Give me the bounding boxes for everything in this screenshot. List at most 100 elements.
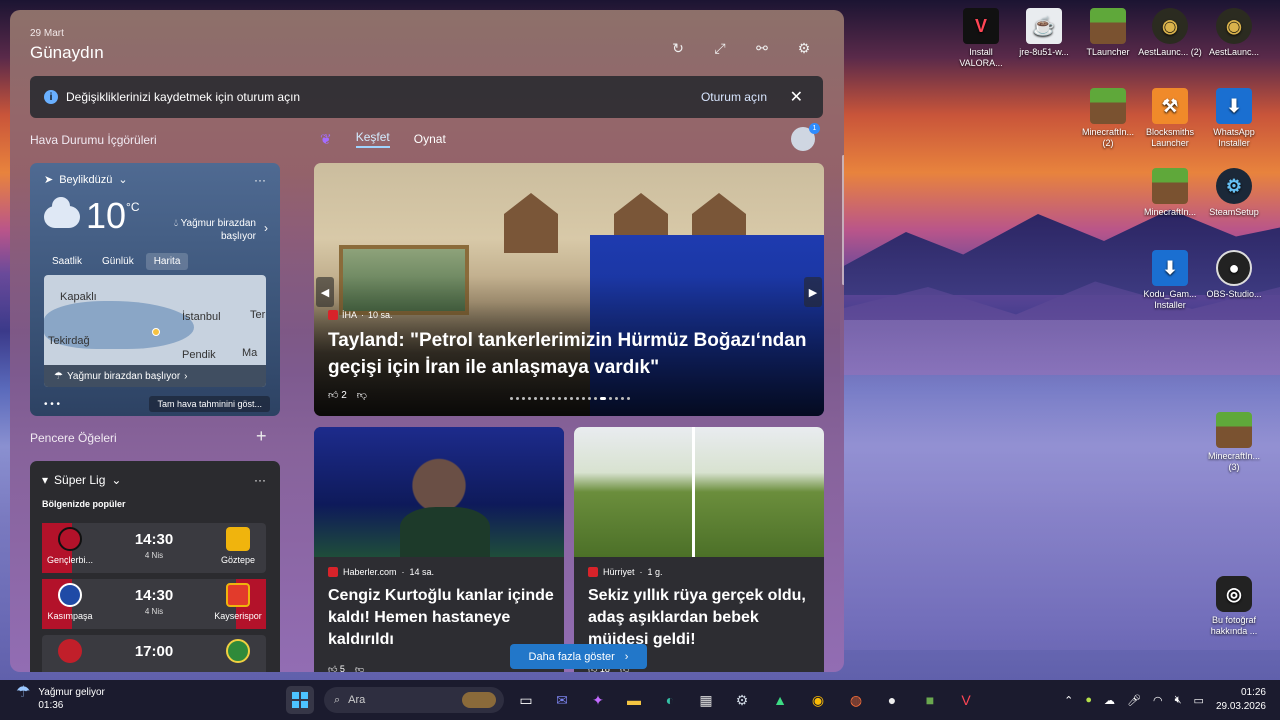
map-label: Pendik xyxy=(182,349,216,361)
chevron-right-icon[interactable]: › xyxy=(264,221,268,235)
steam-icon: ⚙ xyxy=(1216,168,1252,204)
league-card[interactable]: ▾ Süper Lig ⌄ ··· Bölgenizde popüler Gen… xyxy=(30,461,280,672)
weather-card[interactable]: ➤ Beylikdüzü ⌄ ··· 10 °C 💧︎ Yağmur biraz… xyxy=(30,163,280,416)
like-button[interactable]: 👍︎ 5 xyxy=(328,664,345,672)
search-box[interactable]: ⌕ Ara xyxy=(324,687,504,713)
match-row[interactable]: Kasımpaşa 14:30 4 Nis Kayserispor xyxy=(42,579,266,629)
valorant-icon[interactable]: V xyxy=(952,686,980,714)
battery-icon[interactable]: ▭ xyxy=(1194,694,1204,707)
desktop-icon-steamsetup[interactable]: ⚙ SteamSetup xyxy=(1202,168,1266,218)
teams-icon[interactable]: ✉ xyxy=(548,686,576,714)
dislike-button[interactable]: 👎︎ xyxy=(357,389,367,401)
more-options-icon[interactable]: ··· xyxy=(254,473,266,487)
desktop-icon-minecraft-installer-3[interactable]: MinecraftIn... (3) xyxy=(1202,412,1266,473)
minecraft-icon xyxy=(1216,412,1252,448)
news-headline[interactable]: Cengiz Kurtoğlu kanlar içinde kaldı! Hem… xyxy=(328,585,558,651)
reactions: 👍︎ 2 👎︎ xyxy=(328,389,367,401)
windows-icon xyxy=(292,692,308,708)
desktop-icon-tlauncher[interactable]: TLauncher xyxy=(1076,8,1140,58)
file-explorer-icon[interactable]: ▬ xyxy=(620,686,648,714)
desktop-icon-valorant[interactable]: V Install VALORA... xyxy=(949,8,1013,69)
map-label: İstanbul xyxy=(182,311,221,323)
scrollbar[interactable] xyxy=(842,155,844,285)
news-card[interactable]: Haberler.com · 14 sa. Cengiz Kurtoğlu kan… xyxy=(314,427,564,672)
league-header[interactable]: ▾ Süper Lig ⌄ xyxy=(42,473,268,487)
chevron-right-icon: › xyxy=(624,650,629,663)
system-tray: ⌃ ● ☁ 🎤︎ ◠ 🔇︎ ▭ 01:26 29.03.2026 xyxy=(1064,686,1266,714)
dislike-button[interactable]: 👎︎ xyxy=(355,664,364,672)
carousel-next-button[interactable]: ▶ xyxy=(804,277,822,307)
firefox-icon[interactable]: ◍ xyxy=(842,686,870,714)
show-more-button[interactable]: Daha fazla göster › xyxy=(510,644,647,669)
sign-in-link[interactable]: Oturum açın xyxy=(701,90,767,104)
tray-app-icon[interactable]: ☁ xyxy=(1104,694,1115,707)
tab-map[interactable]: Harita xyxy=(145,253,189,270)
clock[interactable]: 01:26 29.03.2026 xyxy=(1216,686,1266,714)
expand-icon[interactable]: ⤢ xyxy=(710,38,730,58)
news-card[interactable]: Hürriyet · 1 g. Sekiz yıllık rüya gerçek … xyxy=(574,427,824,672)
carousel-prev-button[interactable]: ◀ xyxy=(316,277,334,307)
store-icon[interactable]: ▦ xyxy=(692,686,720,714)
cloud-icon xyxy=(44,197,80,228)
thumbs-up-icon: 👍︎ xyxy=(328,390,339,401)
temperature: 10 xyxy=(86,195,127,236)
desktop-icon-whatsapp-installer[interactable]: ⬇ WhatsApp Installer xyxy=(1202,88,1266,149)
banner-text: Değişikliklerinizi kaydetmek için oturum… xyxy=(66,90,301,104)
weather-description[interactable]: 💧︎ Yağmur birazdan başlıyor xyxy=(174,217,256,243)
full-forecast-button[interactable]: Tam hava tahminini göst... xyxy=(149,396,270,412)
tab-daily[interactable]: Günlük xyxy=(94,253,142,270)
news-photo xyxy=(574,427,824,557)
tray-app-icon[interactable]: ● xyxy=(1085,694,1092,706)
close-icon[interactable]: ✕ xyxy=(790,87,803,107)
settings-icon[interactable]: ⚙ xyxy=(794,38,814,58)
obs-icon: ● xyxy=(1216,250,1252,286)
share-icon[interactable]: ⚯ xyxy=(752,38,772,58)
weather-location[interactable]: ➤ Beylikdüzü ⌄ xyxy=(44,173,266,187)
wifi-icon[interactable]: ◠ xyxy=(1153,694,1163,707)
desktop-icon-obs-studio[interactable]: ● OBS-Studio... xyxy=(1202,250,1266,300)
team-logo-icon xyxy=(226,583,250,607)
desktop-icon-minecraft-installer-2[interactable]: MinecraftIn... (2) xyxy=(1076,88,1140,149)
speaker-muted-icon[interactable]: 🔇︎ xyxy=(1175,694,1182,707)
decor-arch xyxy=(504,193,558,253)
desktop-icon-java[interactable]: ☕ jre-8u51-w... xyxy=(1012,8,1076,58)
android-icon[interactable]: ▲ xyxy=(766,686,794,714)
edge-icon[interactable]: ◐ xyxy=(656,686,684,714)
hero-news-card[interactable]: ◀ ▶ İHA · 10 sa. Tayland: "Petrol tankerl… xyxy=(314,163,824,416)
map-rain-note[interactable]: ☂ Yağmur birazdan başlıyor › xyxy=(44,365,266,387)
obs-icon[interactable]: ● xyxy=(878,686,906,714)
panel-greeting: Günaydın xyxy=(30,43,104,62)
map-label: Ma xyxy=(242,347,258,359)
microphone-icon[interactable]: 🎤︎ xyxy=(1127,694,1141,707)
tab-discover[interactable]: Keşfet xyxy=(355,130,390,148)
chevron-right-icon: › xyxy=(184,370,188,382)
task-view-icon[interactable]: ▭ xyxy=(512,686,540,714)
desktop-icon-blocksmiths[interactable]: ⚒ Blocksmiths Launcher xyxy=(1138,88,1202,149)
team-logo-icon xyxy=(226,527,250,551)
desktop-icon-minecraft-installer[interactable]: MinecraftIn... xyxy=(1138,168,1202,218)
taskbar-weather[interactable]: ☂ Yağmur geliyor 01:36 xyxy=(16,685,105,712)
start-button[interactable] xyxy=(286,686,314,714)
add-widget-icon[interactable]: + xyxy=(256,426,267,447)
match-row[interactable]: 17:00 xyxy=(42,635,266,672)
news-headline[interactable]: Sekiz yıllık rüya gerçek oldu, adaş aşık… xyxy=(588,585,818,651)
like-button[interactable]: 👍︎ 2 xyxy=(328,389,347,401)
tab-hourly[interactable]: Saatlik xyxy=(44,253,90,270)
desktop-icon-about-photo[interactable]: ◎ Bu fotoğraf hakkında ... xyxy=(1202,576,1266,637)
refresh-icon[interactable]: ↻ xyxy=(668,38,688,58)
copilot-icon[interactable]: ✦ xyxy=(584,686,612,714)
steam-icon[interactable]: ⚙ xyxy=(728,686,756,714)
tab-play[interactable]: Oynat xyxy=(414,132,446,146)
weather-section-title: Hava Durumu İçgörüleri xyxy=(30,133,157,147)
more-options-icon[interactable]: ··· xyxy=(254,173,266,187)
minecraft-icon[interactable]: ■ xyxy=(916,686,944,714)
raindrop-icon: 💧︎ xyxy=(173,218,178,229)
desktop-icon-kodu-installer[interactable]: ⬇ Kodu_Gam... Installer xyxy=(1138,250,1202,311)
hero-headline[interactable]: Tayland: "Petrol tankerlerimizin Hürmüz … xyxy=(328,327,818,381)
desktop-icon-aestlauncher-2[interactable]: ◉ AestLaunc... (2) xyxy=(1138,8,1202,58)
chevron-up-icon[interactable]: ⌃ xyxy=(1064,694,1073,707)
match-row[interactable]: Gençlerbi... 14:30 4 Nis Göztepe xyxy=(42,523,266,573)
desktop-icon-aestlauncher[interactable]: ◉ AestLaunc... xyxy=(1202,8,1266,58)
chrome-icon[interactable]: ◉ xyxy=(804,686,832,714)
weather-map[interactable]: Kapaklı İstanbul Tekirdağ Pendik Ter Ma … xyxy=(44,275,266,387)
